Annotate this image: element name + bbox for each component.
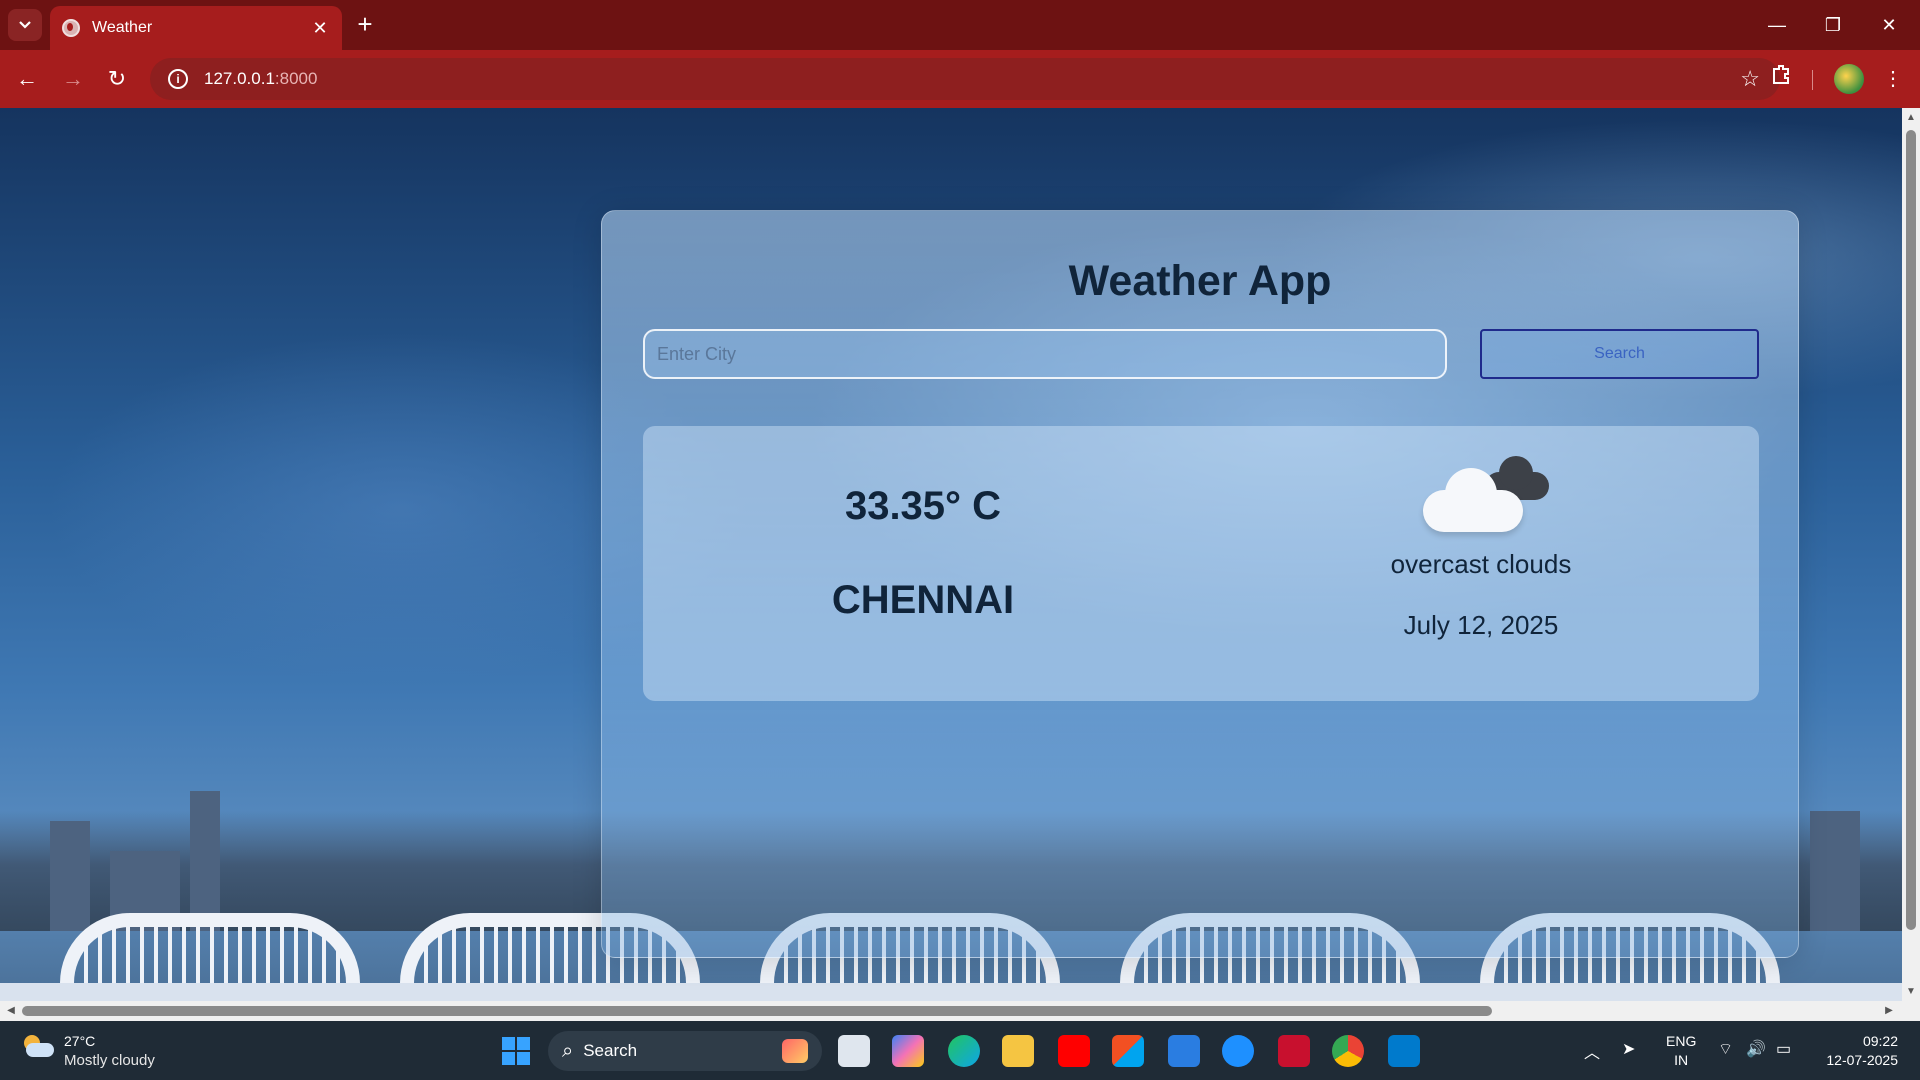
weather-result-panel: 33.35° C CHENNAI overcast clouds July 12… bbox=[643, 426, 1759, 701]
browser-tab[interactable]: Weather ✕ bbox=[50, 6, 342, 50]
system-clock[interactable]: 09:22 12-07-2025 bbox=[1818, 1032, 1898, 1070]
volume-icon[interactable]: 🔊 bbox=[1746, 1039, 1766, 1059]
city-name: CHENNAI bbox=[831, 578, 1015, 622]
get-help-icon[interactable] bbox=[1222, 1035, 1254, 1067]
address-bar[interactable]: i 127.0.0.1:8000 ☆ bbox=[150, 58, 1780, 100]
more-menu-icon[interactable]: ⋮ bbox=[1876, 62, 1910, 96]
task-view-icon[interactable] bbox=[838, 1035, 870, 1067]
battery-icon[interactable]: ▭ bbox=[1776, 1039, 1791, 1059]
horizontal-scrollbar[interactable]: ◀ ▶ bbox=[0, 1001, 1920, 1021]
scroll-down-arrow-icon[interactable]: ▼ bbox=[1902, 986, 1920, 997]
weather-app-card: Weather App Search 33.35° C CHENNAI over… bbox=[601, 210, 1799, 958]
toolbar-divider bbox=[1812, 70, 1813, 90]
copilot-icon[interactable] bbox=[892, 1035, 924, 1067]
windows-start-icon[interactable] bbox=[502, 1037, 530, 1065]
background-building bbox=[50, 821, 90, 931]
location-icon[interactable]: ➤ bbox=[1622, 1039, 1635, 1059]
browser-toolbar: ← → ↻ i 127.0.0.1:8000 ☆ ⋮ bbox=[0, 50, 1920, 108]
youtube-icon[interactable] bbox=[1058, 1035, 1090, 1067]
search-highlight-icon bbox=[782, 1039, 808, 1063]
forward-button[interactable]: → bbox=[56, 62, 90, 96]
myhp-icon[interactable] bbox=[1168, 1035, 1200, 1067]
windows-taskbar: 27°C Mostly cloudy ⌕ Search ︿ ➤ ENG IN ⌔… bbox=[0, 1021, 1920, 1080]
microsoft-store-icon[interactable] bbox=[1112, 1035, 1144, 1067]
vscode-icon[interactable] bbox=[1388, 1035, 1420, 1067]
bookmark-star-icon[interactable]: ☆ bbox=[1740, 66, 1760, 92]
horizontal-scroll-thumb[interactable] bbox=[22, 1006, 1492, 1016]
mcafee-icon[interactable] bbox=[1278, 1035, 1310, 1067]
taskbar-weather-condition[interactable]: Mostly cloudy bbox=[64, 1052, 155, 1069]
page-title: Weather App bbox=[1068, 257, 1332, 305]
close-window-button[interactable]: ✕ bbox=[1864, 8, 1914, 42]
new-tab-button[interactable]: + bbox=[350, 10, 380, 40]
chevron-down-icon bbox=[19, 21, 31, 29]
edge-browser-icon[interactable] bbox=[948, 1035, 980, 1067]
extensions-icon[interactable] bbox=[1764, 62, 1798, 96]
taskbar-weather-temp[interactable]: 27°C bbox=[64, 1033, 95, 1049]
back-button[interactable]: ← bbox=[10, 62, 44, 96]
close-tab-icon[interactable]: ✕ bbox=[310, 18, 330, 39]
vertical-scrollbar[interactable]: ▲ ▼ bbox=[1902, 108, 1920, 1001]
background-building bbox=[1810, 811, 1860, 931]
weather-description: overcast clouds bbox=[1390, 549, 1572, 579]
wifi-icon[interactable]: ⌔ bbox=[1718, 1039, 1733, 1059]
browser-tab-strip: Weather ✕ + — ❐ ✕ bbox=[0, 0, 1920, 50]
weather-date: July 12, 2025 bbox=[1403, 610, 1559, 640]
globe-icon bbox=[62, 19, 80, 37]
tab-search-button[interactable] bbox=[8, 9, 42, 41]
minimize-window-button[interactable]: — bbox=[1752, 8, 1802, 42]
restore-window-button[interactable]: ❐ bbox=[1808, 8, 1858, 42]
file-explorer-icon[interactable] bbox=[1002, 1035, 1034, 1067]
url-text: 127.0.0.1:8000 bbox=[204, 69, 318, 88]
city-search-input[interactable] bbox=[643, 329, 1447, 379]
taskbar-search-box[interactable]: ⌕ Search bbox=[548, 1031, 822, 1071]
language-indicator[interactable]: ENG IN bbox=[1666, 1032, 1696, 1070]
vertical-scroll-thumb[interactable] bbox=[1906, 130, 1916, 930]
search-button[interactable]: Search bbox=[1480, 329, 1759, 379]
scroll-up-arrow-icon[interactable]: ▲ bbox=[1902, 112, 1920, 123]
scroll-left-arrow-icon[interactable]: ◀ bbox=[2, 1005, 20, 1016]
show-hidden-icons-chevron-icon[interactable]: ︿ bbox=[1584, 1039, 1600, 1063]
reload-button[interactable]: ↻ bbox=[100, 62, 134, 96]
tab-title: Weather bbox=[92, 19, 153, 36]
partly-cloudy-icon[interactable] bbox=[22, 1035, 56, 1059]
site-info-icon[interactable]: i bbox=[168, 69, 188, 89]
search-icon: ⌕ bbox=[562, 1039, 574, 1062]
profile-avatar[interactable] bbox=[1834, 64, 1864, 94]
taskbar-search-label: Search bbox=[583, 1041, 638, 1060]
page-viewport: Weather App Search 33.35° C CHENNAI over… bbox=[0, 108, 1902, 1001]
overcast-clouds-icon bbox=[1423, 456, 1553, 538]
background-building bbox=[190, 791, 220, 931]
temperature-value: 33.35° C bbox=[844, 484, 1002, 528]
scroll-right-arrow-icon[interactable]: ▶ bbox=[1880, 1005, 1898, 1016]
chrome-icon[interactable] bbox=[1332, 1035, 1364, 1067]
